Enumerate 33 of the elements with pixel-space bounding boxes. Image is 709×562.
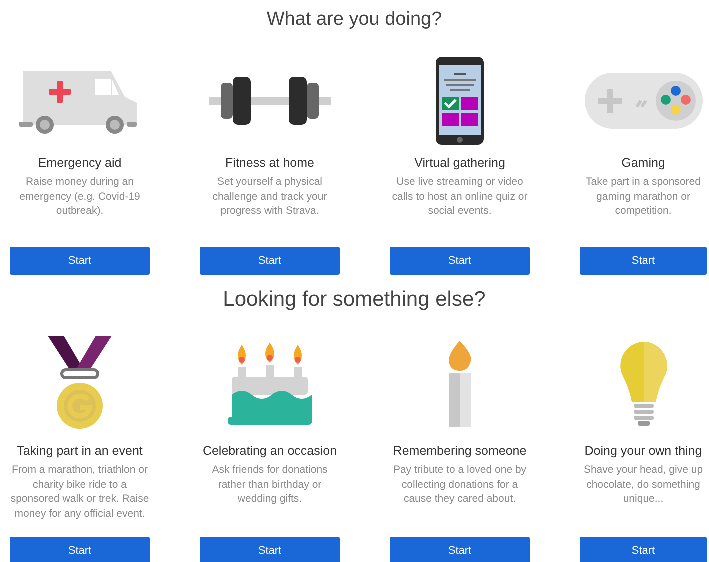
- start-button[interactable]: Start: [10, 247, 150, 275]
- card-title: Celebrating an occasion: [202, 444, 338, 458]
- section-heading: What are you doing?: [266, 8, 444, 32]
- start-button[interactable]: Start: [390, 537, 530, 562]
- section-heading: Looking for something else?: [222, 288, 487, 313]
- start-button[interactable]: Start: [580, 247, 707, 275]
- start-button[interactable]: Start: [200, 247, 340, 275]
- start-button[interactable]: Start: [580, 537, 707, 562]
- card-description: Ask friends for donations rather than birthday or wedding gifts.: [211, 463, 329, 507]
- phone-icon: [436, 57, 484, 145]
- card-description: Set yourself a physical challenge and track your progress with Strava.: [212, 175, 328, 219]
- gamepad-icon: [584, 73, 702, 129]
- card-title: Virtual gathering: [414, 156, 506, 170]
- card-title: Doing your own thing: [584, 444, 702, 458]
- card-description: Pay tribute to a loved one by collecting donations for a cause they cared about.: [392, 463, 528, 507]
- card-description: Shave your head, give up chocolate, do something unique...: [582, 463, 704, 507]
- card-description: Raise money during an emergency (e.g. Covid-19 outbreak).: [18, 175, 142, 219]
- start-button[interactable]: Start: [200, 537, 340, 562]
- card-description: From a marathon, triathlon or charity bike ride to a sponsored walk or trek. Raise money for any official event.: [10, 463, 150, 522]
- dumbbell-icon: [209, 77, 331, 125]
- candle-icon: [447, 341, 473, 427]
- lightbulb-icon: [620, 342, 668, 426]
- card-description: Take part in a sponsored gaming marathon or competition.: [585, 175, 702, 219]
- card-title: Remembering someone: [393, 444, 527, 458]
- card-title: Fitness at home: [226, 156, 314, 170]
- card-title: Emergency aid: [38, 156, 122, 170]
- card-description: Use live streaming or video calls to host an online quiz or social events.: [391, 175, 529, 219]
- medal-icon: [48, 336, 112, 432]
- start-button[interactable]: Start: [10, 537, 150, 562]
- card-title: Gaming: [622, 156, 666, 170]
- card-title: Taking part in an event: [17, 444, 143, 458]
- start-button[interactable]: Start: [390, 247, 530, 275]
- cake-icon: [228, 343, 312, 425]
